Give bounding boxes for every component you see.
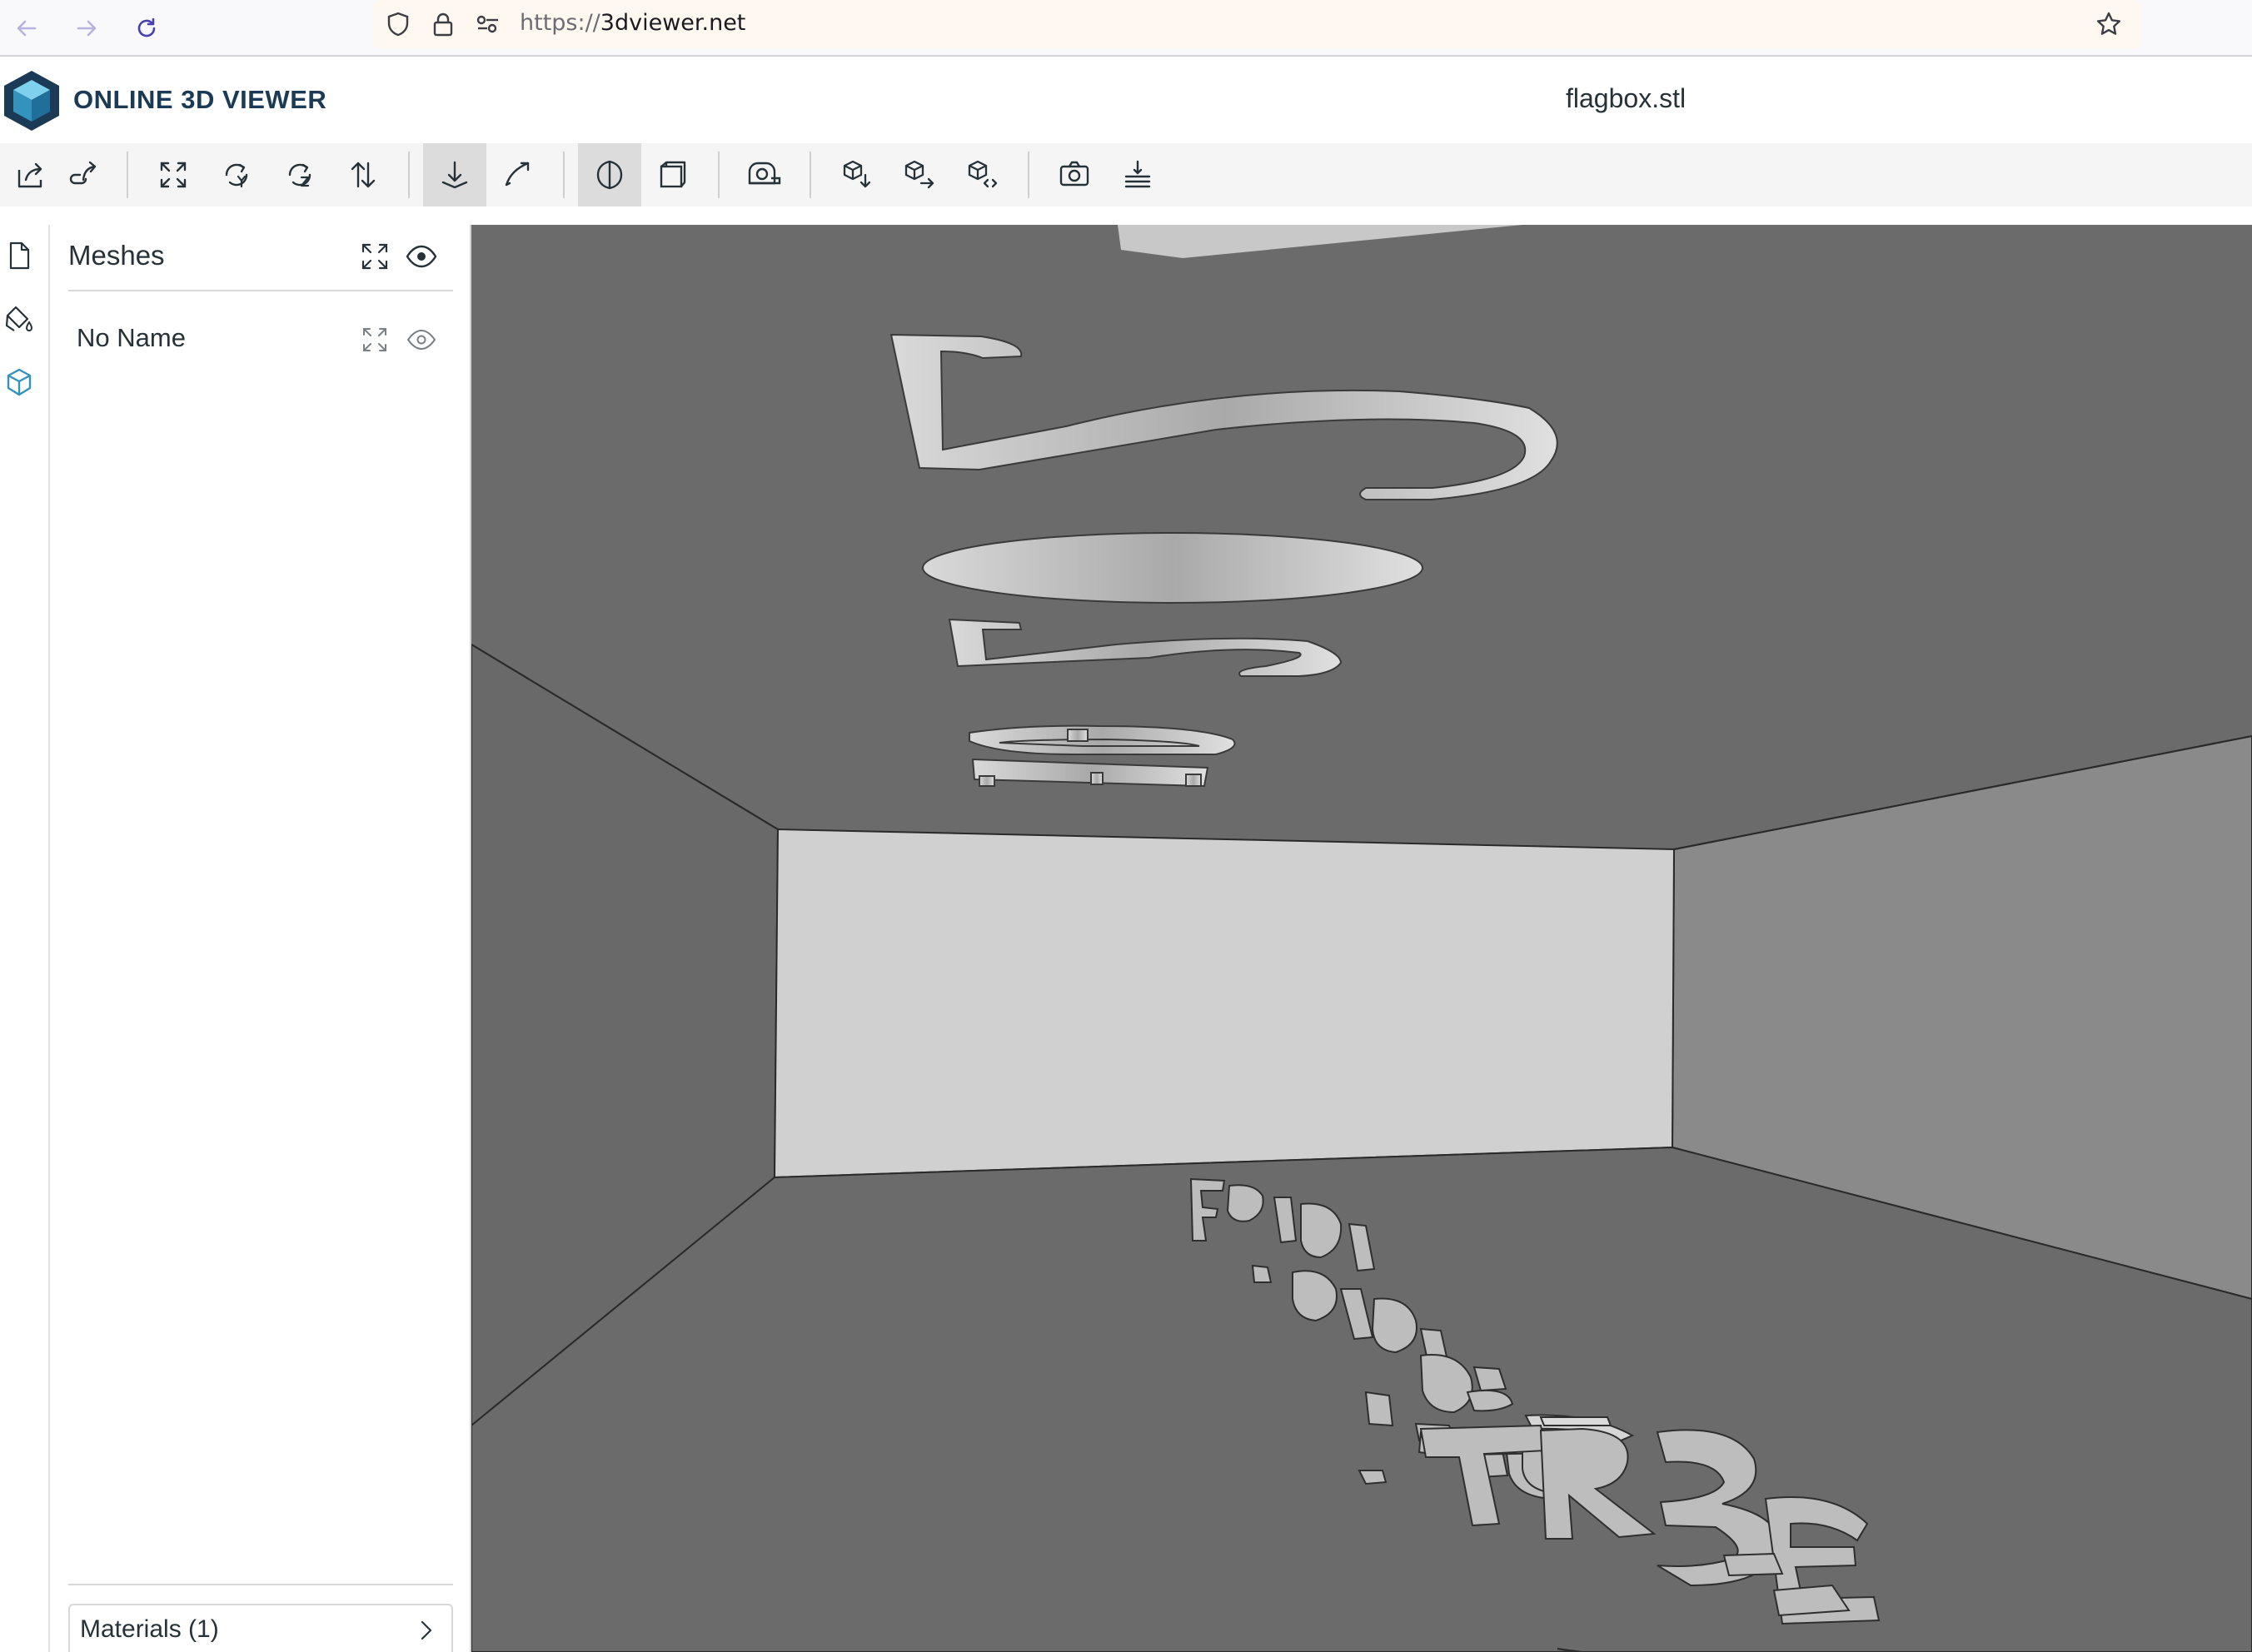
download-model-button[interactable] xyxy=(825,143,888,206)
app-logo[interactable] xyxy=(2,68,62,133)
lock-icon[interactable] xyxy=(428,9,458,39)
panel-divider xyxy=(68,290,453,291)
browser-toolbar: https://3dviewer.net xyxy=(0,0,2252,57)
fixed-up-vector-button[interactable] xyxy=(423,143,486,206)
mesh-name: No Name xyxy=(77,323,186,352)
settings-button[interactable] xyxy=(1106,143,1169,206)
model-render xyxy=(471,225,2252,1652)
file-name: flagbox.stl xyxy=(1566,83,1687,113)
main-toolbar xyxy=(0,143,2252,206)
app-title[interactable]: ONLINE 3D VIEWER xyxy=(73,85,326,115)
flip-up-vector-button[interactable] xyxy=(331,143,395,206)
materials-icon[interactable] xyxy=(2,301,37,336)
toolbar-separator xyxy=(1028,152,1029,198)
orthographic-camera-button[interactable] xyxy=(641,143,705,206)
materials-divider xyxy=(68,1584,453,1585)
materials-label: Materials (1) xyxy=(80,1615,219,1643)
reload-button[interactable] xyxy=(127,8,167,48)
3d-viewport[interactable] xyxy=(471,225,2252,1652)
open-url-button[interactable] xyxy=(52,143,115,206)
mesh-visibility-icon[interactable] xyxy=(401,320,441,360)
shield-icon[interactable] xyxy=(383,9,413,39)
show-all-meshes-icon[interactable] xyxy=(401,236,441,276)
file-details-icon[interactable] xyxy=(2,238,37,273)
materials-section[interactable]: Materials (1) xyxy=(68,1604,453,1652)
fit-to-window-button[interactable] xyxy=(142,143,205,206)
export-model-button[interactable] xyxy=(888,143,951,206)
forward-button[interactable] xyxy=(67,8,107,48)
toolbar-separator xyxy=(563,152,565,198)
set-up-vector-z-button[interactable] xyxy=(268,143,331,206)
app-header: ONLINE 3D VIEWER flagbox.stl xyxy=(0,58,2252,143)
back-wall xyxy=(773,828,1676,1179)
toolbar-separator xyxy=(408,152,410,198)
free-orbit-button[interactable] xyxy=(486,143,550,206)
meshes-panel: Meshes No Name Materials (1) xyxy=(52,225,470,1652)
left-nav xyxy=(0,225,50,1652)
panel-heading: Meshes xyxy=(68,240,165,271)
toolbar-separator xyxy=(810,152,811,198)
share-model-button[interactable] xyxy=(951,143,1014,206)
meshes-icon[interactable] xyxy=(2,365,37,400)
chevron-right-icon[interactable] xyxy=(406,1610,446,1650)
perspective-camera-button[interactable] xyxy=(578,143,641,206)
bookmark-star-icon[interactable] xyxy=(2094,9,2124,39)
site-permissions-icon[interactable] xyxy=(473,9,503,39)
url-scheme: https:// xyxy=(520,10,600,36)
mesh-list-item[interactable]: No Name xyxy=(68,315,453,365)
address-bar[interactable]: https://3dviewer.net xyxy=(373,0,2140,48)
measure-button[interactable] xyxy=(733,143,796,206)
snapshot-button[interactable] xyxy=(1043,143,1106,206)
fit-mesh-icon[interactable] xyxy=(355,320,395,360)
toolbar-separator xyxy=(718,152,720,198)
back-button[interactable] xyxy=(7,8,47,48)
set-up-vector-y-button[interactable] xyxy=(205,143,268,206)
toolbar-separator xyxy=(127,152,128,198)
url-host: 3dviewer.net xyxy=(600,10,746,36)
url-text[interactable]: https://3dviewer.net xyxy=(520,10,745,36)
fit-all-meshes-icon[interactable] xyxy=(355,236,395,276)
